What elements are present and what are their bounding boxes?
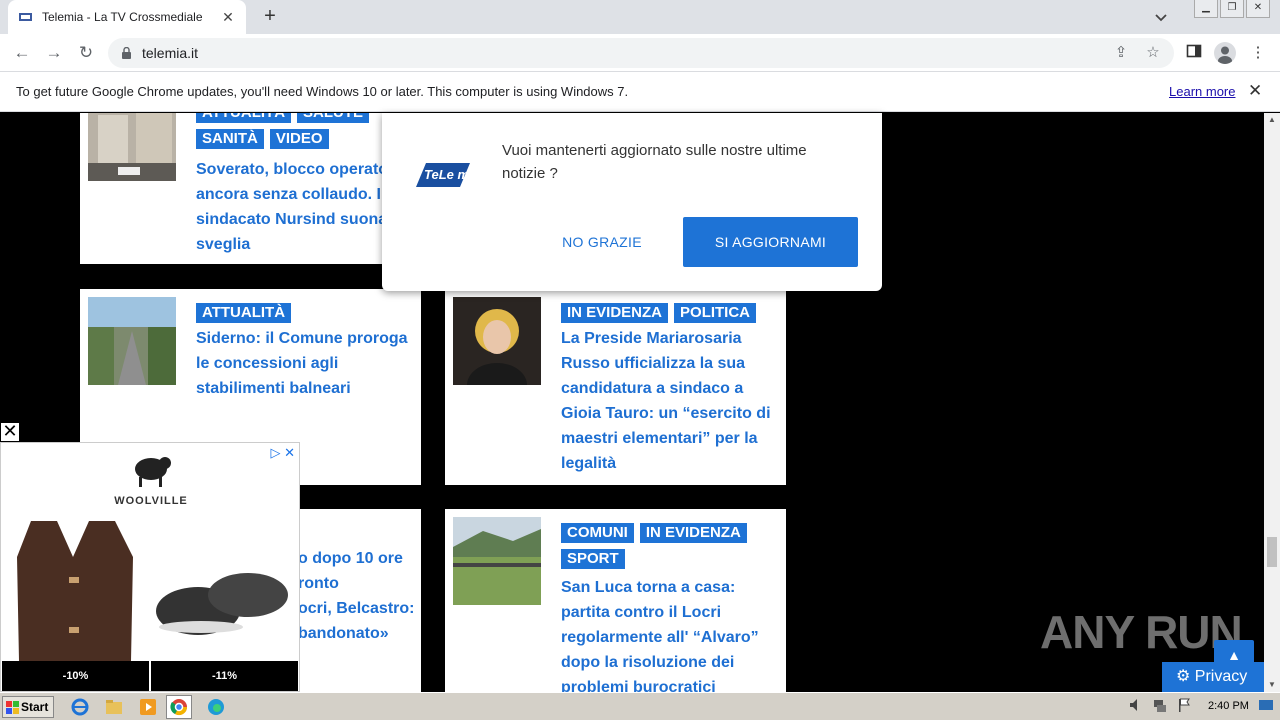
article-title-partial[interactable]: o dopo 10 ore ronto ocri, Belcastro: ban… xyxy=(298,546,418,646)
chrome-icon[interactable] xyxy=(166,695,192,719)
privacy-button[interactable]: ⚙ Privacy xyxy=(1162,662,1264,692)
category-badge[interactable]: COMUNI xyxy=(561,523,634,543)
window-controls: ▁ ❐ ✕ xyxy=(1194,0,1270,18)
anyrun-watermark: ANY RUN xyxy=(1040,606,1243,658)
title-line: bandonato» xyxy=(298,625,389,642)
tab-title: Telemia - La TV Crossmediale xyxy=(42,10,203,24)
media-player-icon[interactable] xyxy=(138,697,158,717)
new-tab-button[interactable]: + xyxy=(258,4,282,28)
article-thumbnail[interactable] xyxy=(453,517,541,605)
notification-popup: TeLe mia Vuoi mantenerti aggiornato sull… xyxy=(382,113,882,291)
gear-icon: ⚙ xyxy=(1176,668,1191,685)
taskbar-clock[interactable]: 2:40 PM xyxy=(1208,700,1249,712)
title-line: ocri, Belcastro: xyxy=(298,600,415,617)
title-line: o dopo 10 ore xyxy=(298,550,403,567)
learn-more-link[interactable]: Learn more xyxy=(1169,84,1235,99)
article-card[interactable]: IN EVIDENZA POLITICA La Preside Mariaros… xyxy=(445,289,786,485)
infobar-close-icon[interactable]: ✕ xyxy=(1248,81,1262,101)
restore-button[interactable]: ❐ xyxy=(1220,0,1244,18)
article-card[interactable]: ATTUALITÀ SALUTE SANITÀ VIDEO Soverato, … xyxy=(80,113,421,264)
scrollbar-thumb[interactable] xyxy=(1267,537,1277,567)
article-categories: COMUNI IN EVIDENZA SPORT xyxy=(561,523,781,569)
side-panel-icon[interactable] xyxy=(1184,43,1204,63)
article-title[interactable]: La Preside Mariarosaria Russo ufficializ… xyxy=(561,326,779,476)
profile-avatar-icon[interactable] xyxy=(1214,42,1236,64)
article-card[interactable]: COMUNI IN EVIDENZA SPORT San Luca torna … xyxy=(445,509,786,692)
minimize-button[interactable]: ▁ xyxy=(1194,0,1218,18)
telemia-logo: TeLe mia xyxy=(412,157,480,193)
ad-brand: WOOLVILLE xyxy=(114,495,188,507)
file-explorer-icon[interactable] xyxy=(104,697,124,717)
internet-explorer-icon[interactable] xyxy=(70,697,90,717)
scroll-up-arrow-icon[interactable]: ▲ xyxy=(1264,113,1280,127)
category-badge[interactable]: VIDEO xyxy=(269,129,329,149)
start-label: Start xyxy=(21,700,49,714)
back-arrow-icon[interactable]: ← xyxy=(10,41,34,65)
update-infobar: To get future Google Chrome updates, you… xyxy=(0,72,1280,112)
tab-close-icon[interactable]: ✕ xyxy=(220,9,236,26)
reload-icon[interactable]: ↻ xyxy=(74,41,98,65)
slipper-product-image[interactable] xyxy=(153,561,293,651)
start-button[interactable]: Start xyxy=(2,696,54,718)
browser-toolbar: ← → ↻ telemia.it ⇪ ☆ ⋮ xyxy=(0,34,1280,72)
discount-badge: -11% xyxy=(151,661,298,691)
popup-message: Vuoi mantenerti aggiornato sulle nostre … xyxy=(502,142,807,182)
vest-product-image[interactable] xyxy=(11,517,139,661)
category-badge[interactable]: POLITICA xyxy=(674,303,757,323)
volume-icon[interactable] xyxy=(1128,697,1144,717)
article-title[interactable]: San Luca torna a casa: partita contro il… xyxy=(561,575,779,692)
share-icon[interactable]: ⇪ xyxy=(1112,44,1130,62)
advertisement[interactable]: ▷ ✕ WOOLVILLE -10% -11% xyxy=(0,442,300,692)
category-badge[interactable]: ATTUALITÀ xyxy=(196,113,292,123)
scroll-down-arrow-icon[interactable]: ▼ xyxy=(1264,678,1280,692)
tab-bar: Telemia - La TV Crossmediale ✕ + ▁ ❐ ✕ xyxy=(0,0,1280,34)
category-badge[interactable]: SPORT xyxy=(561,549,625,569)
tab-search-chevron-icon[interactable] xyxy=(1150,6,1172,28)
article-thumbnail[interactable] xyxy=(453,297,541,385)
article-thumbnail[interactable] xyxy=(88,297,176,385)
adchoices-icon[interactable]: ▷ ✕ xyxy=(270,445,295,461)
show-desktop-icon[interactable] xyxy=(1258,697,1274,717)
browser-tab[interactable]: Telemia - La TV Crossmediale ✕ xyxy=(8,0,246,34)
article-categories: IN EVIDENZA POLITICA xyxy=(561,303,781,323)
title-line: ronto xyxy=(298,575,339,592)
sheep-logo-icon xyxy=(129,449,173,491)
edge-icon[interactable] xyxy=(206,697,226,717)
menu-kebab-icon[interactable]: ⋮ xyxy=(1248,43,1268,63)
no-thanks-button[interactable]: NO GRAZIE xyxy=(544,217,660,267)
infobar-message: To get future Google Chrome updates, you… xyxy=(16,84,629,99)
url-text: telemia.it xyxy=(142,45,199,61)
category-badge[interactable]: ATTUALITÀ xyxy=(196,303,292,323)
tv-favicon-icon xyxy=(18,11,34,23)
forward-arrow-icon[interactable]: → xyxy=(42,41,66,65)
privacy-label: Privacy xyxy=(1194,668,1248,685)
windows-taskbar: Start 2:40 PM xyxy=(0,692,1280,720)
network-icon[interactable] xyxy=(1152,697,1168,717)
bookmark-star-icon[interactable]: ☆ xyxy=(1144,44,1162,62)
close-window-button[interactable]: ✕ xyxy=(1246,0,1270,18)
article-title[interactable]: Siderno: il Comune proroga le concession… xyxy=(196,326,414,401)
windows-logo-icon xyxy=(6,700,19,720)
action-center-flag-icon[interactable] xyxy=(1176,697,1192,717)
subscribe-button[interactable]: SI AGGIORNAMI xyxy=(683,217,858,267)
page-scrollbar[interactable]: ▲ ▼ xyxy=(1264,113,1280,692)
discount-badge: -10% xyxy=(2,661,149,691)
category-badge[interactable]: IN EVIDENZA xyxy=(639,523,747,543)
address-bar[interactable]: telemia.it ⇪ ☆ xyxy=(108,38,1174,68)
category-badge[interactable]: IN EVIDENZA xyxy=(561,303,669,323)
category-badge[interactable]: SANITÀ xyxy=(196,129,264,149)
category-badge[interactable]: SALUTE xyxy=(297,113,370,123)
lock-icon xyxy=(122,46,131,59)
article-categories: ATTUALITÀ xyxy=(196,303,416,323)
svg-text:TeLe mia: TeLe mia xyxy=(424,167,472,182)
ad-close-button[interactable]: ✕ xyxy=(0,422,20,442)
article-thumbnail[interactable] xyxy=(88,113,176,199)
